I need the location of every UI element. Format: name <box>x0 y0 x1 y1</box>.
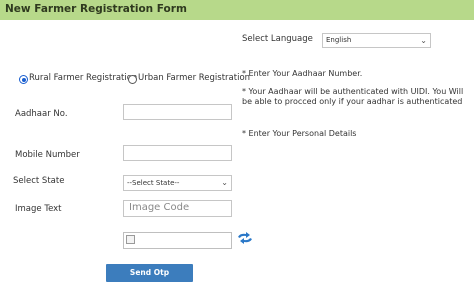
mobile-input[interactable] <box>123 145 232 161</box>
form-header: New Farmer Registration Form <box>0 0 474 20</box>
note-personal-details: * Enter Your Personal Details <box>242 129 357 138</box>
rural-farmer-radio[interactable] <box>19 75 28 84</box>
image-text-label: Image Text <box>15 204 62 214</box>
note-aadhaar-authentication: * Your Aadhaar will be authenticated wit… <box>242 87 464 106</box>
language-label: Select Language <box>242 34 313 44</box>
chevron-down-icon: ⌄ <box>221 178 228 187</box>
note-enter-aadhaar: * Enter Your Aadhaar Number. <box>242 69 363 78</box>
urban-farmer-radio[interactable] <box>128 75 137 84</box>
state-label: Select State <box>13 176 65 186</box>
mobile-label: Mobile Number <box>15 150 80 160</box>
rural-farmer-label[interactable]: Rural Farmer Registration <box>29 73 137 83</box>
language-selected-value: English <box>326 36 352 44</box>
aadhaar-input[interactable] <box>123 104 232 120</box>
urban-farmer-label[interactable]: Urban Farmer Registration <box>138 73 250 83</box>
captcha-image <box>123 232 232 249</box>
chevron-down-icon: ⌄ <box>420 36 427 45</box>
page-title: New Farmer Registration Form <box>5 3 187 15</box>
image-code-input[interactable]: Image Code <box>123 200 232 217</box>
broken-image-icon <box>126 235 135 244</box>
state-select[interactable]: --Select State-- ⌄ <box>123 175 232 191</box>
refresh-captcha-icon[interactable] <box>236 232 254 244</box>
state-selected-value: --Select State-- <box>127 179 180 187</box>
language-select[interactable]: English ⌄ <box>322 33 431 48</box>
aadhaar-label: Aadhaar No. <box>15 109 68 119</box>
send-otp-button[interactable]: Send Otp <box>106 264 193 282</box>
